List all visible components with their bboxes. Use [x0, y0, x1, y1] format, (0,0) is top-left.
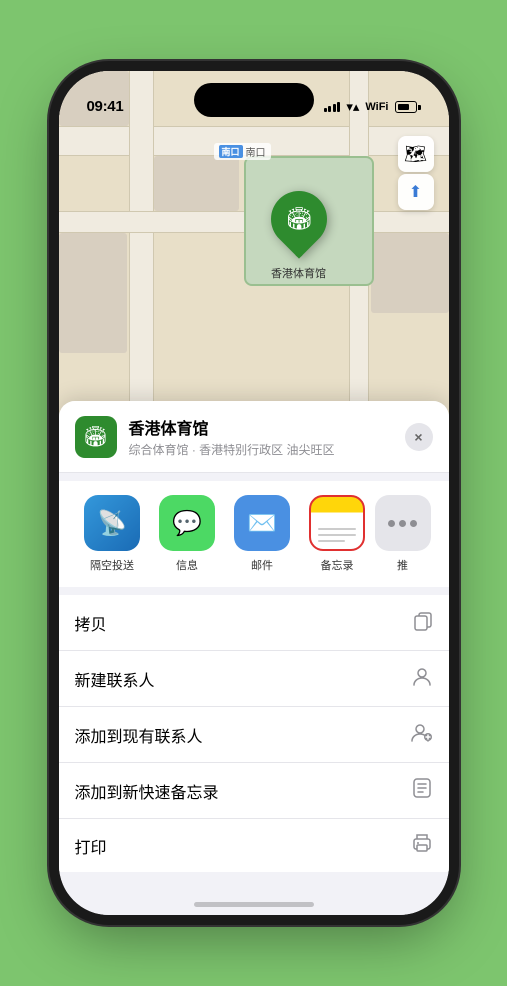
copy-icon — [413, 609, 433, 636]
pin-label: 香港体育馆 — [271, 265, 326, 281]
share-messages[interactable]: 💬 信息 — [150, 495, 225, 573]
mail-icon: ✉️ — [234, 495, 290, 551]
add-existing-icon — [411, 721, 433, 748]
print-icon — [411, 833, 433, 858]
more-label: 推 — [397, 557, 408, 573]
battery-icon — [395, 101, 421, 113]
signal-icon — [324, 102, 341, 112]
phone-frame: 09:41 ▾▴ WiFi — [59, 71, 449, 915]
home-indicator — [194, 902, 314, 907]
action-quick-note[interactable]: 添加到新快速备忘录 — [59, 763, 449, 819]
close-button[interactable]: × — [405, 423, 433, 451]
status-icons: ▾▴ WiFi — [324, 99, 421, 115]
location-icon: ⬆ — [409, 182, 422, 202]
venue-name: 香港体育馆 — [129, 415, 393, 439]
map-type-icon: 🗺 — [404, 144, 427, 165]
action-print[interactable]: 打印 — [59, 819, 449, 872]
venue-icon: 🏟 — [75, 416, 117, 458]
road-badge: 南口 — [219, 145, 243, 158]
action-new-contact[interactable]: 新建联系人 — [59, 651, 449, 707]
new-contact-icon — [411, 665, 433, 692]
close-icon: × — [414, 429, 422, 445]
map-type-button[interactable]: 🗺 — [398, 136, 434, 172]
map-controls: 🗺 ⬆ — [398, 136, 434, 210]
pin-icon: 🏟 — [285, 206, 313, 232]
road-label: 南口 南口 — [214, 143, 271, 160]
messages-label: 信息 — [176, 557, 198, 573]
pin-circle: 🏟 — [259, 179, 338, 258]
venue-header: 🏟 香港体育馆 综合体育馆 · 香港特别行政区 油尖旺区 × — [59, 401, 449, 473]
wifi-symbol: WiFi — [365, 101, 388, 113]
venue-subtitle: 综合体育馆 · 香港特别行政区 油尖旺区 — [129, 441, 393, 458]
new-contact-label: 新建联系人 — [75, 667, 155, 691]
quick-note-label: 添加到新快速备忘录 — [75, 779, 219, 803]
print-label: 打印 — [75, 834, 107, 858]
add-existing-label: 添加到现有联系人 — [75, 723, 203, 747]
airdrop-label: 隔空投送 — [90, 557, 134, 573]
action-add-existing[interactable]: 添加到现有联系人 — [59, 707, 449, 763]
share-row: 📡 隔空投送 💬 信息 ✉️ 邮件 — [59, 481, 449, 587]
airdrop-icon: 📡 — [84, 495, 140, 551]
wifi-icon: ▾▴ — [346, 99, 359, 115]
dynamic-island — [194, 83, 314, 117]
share-notes[interactable]: 备忘录 — [300, 495, 375, 573]
share-airdrop[interactable]: 📡 隔空投送 — [75, 495, 150, 573]
notes-icon — [309, 495, 365, 551]
location-button[interactable]: ⬆ — [398, 174, 434, 210]
share-more[interactable]: 推 — [375, 495, 431, 573]
more-icon — [375, 495, 431, 551]
bottom-sheet: 🏟 香港体育馆 综合体育馆 · 香港特别行政区 油尖旺区 × 📡 隔空投送 💬 — [59, 401, 449, 915]
copy-label: 拷贝 — [75, 611, 107, 635]
mail-label: 邮件 — [251, 557, 273, 573]
quick-note-icon — [411, 777, 433, 804]
status-time: 09:41 — [87, 98, 124, 115]
venue-info: 香港体育馆 综合体育馆 · 香港特别行政区 油尖旺区 — [129, 415, 393, 458]
map-pin: 🏟 香港体育馆 — [271, 191, 327, 281]
action-copy[interactable]: 拷贝 — [59, 595, 449, 651]
action-list: 拷贝 新建联系人 添 — [59, 595, 449, 872]
messages-icon: 💬 — [159, 495, 215, 551]
share-mail[interactable]: ✉️ 邮件 — [225, 495, 300, 573]
notes-label: 备忘录 — [321, 557, 354, 573]
